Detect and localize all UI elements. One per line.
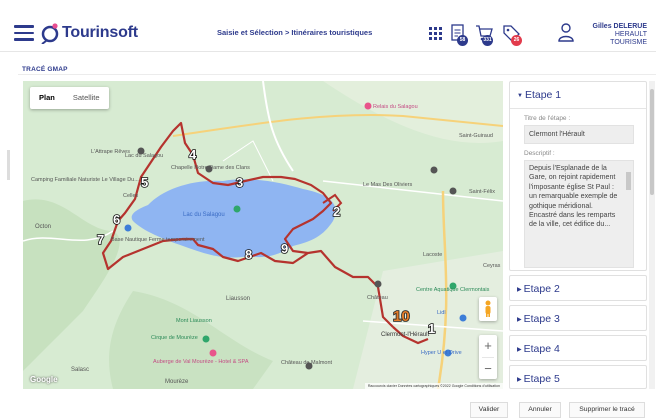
place-label: Château de Malmont — [281, 360, 333, 366]
place-label: Salasc — [71, 367, 89, 373]
step-2-panel[interactable]: ▶ Etape 2 — [509, 275, 647, 301]
cancel-button[interactable]: Annuler — [519, 402, 561, 418]
step-description-textarea[interactable]: Depuis l'Esplanade de la Gare, on rejoin… — [524, 160, 634, 268]
step-2-label: Etape 2 — [523, 283, 560, 295]
place-label: Saint-Guiraud — [459, 133, 493, 139]
place-label: Lac du Salagou — [183, 212, 225, 218]
app-logo-text: Tourinsoft — [62, 24, 138, 41]
caret-right-icon: ▶ — [517, 317, 522, 323]
steps-panel: ▼ Etape 1 Titre de l'étape : Clermont l'H… — [509, 81, 647, 389]
place-label: Lacoste — [423, 252, 442, 258]
step-1-label: Etape 1 — [524, 89, 562, 101]
route-marker-1: 1 — [428, 321, 435, 336]
zoom-in-button[interactable]: + — [479, 335, 497, 357]
place-label: Centre Aquatique Clermontais — [416, 287, 490, 293]
place-label: Lidl — [437, 310, 446, 316]
route-marker-9: 9 — [281, 241, 288, 256]
place-label: Celles — [123, 193, 139, 199]
user-name: Gilles DELERUE — [592, 23, 647, 30]
place-label: Camping Familiale Naturiste Le Village D… — [31, 177, 139, 183]
zoom-out-button[interactable]: − — [479, 358, 497, 380]
place-label: Château — [367, 295, 388, 301]
steps-scrollbar[interactable] — [649, 81, 655, 389]
place-label: Base Nautique Ferme temporairement — [111, 237, 205, 243]
route-marker-8: 8 — [245, 247, 252, 262]
place-label: Mourèze — [165, 379, 189, 385]
step-3-panel[interactable]: ▶ Etape 3 — [509, 305, 647, 331]
user-icon[interactable] — [557, 22, 575, 42]
route-marker-3: 3 — [236, 175, 243, 190]
place-label: Clermont-l'Hérault — [381, 332, 429, 338]
route-marker-6: 6 — [113, 212, 120, 227]
step-divider — [510, 108, 646, 109]
route-marker-5: 5 — [141, 175, 148, 190]
place-label: Relais du Salagou — [373, 104, 418, 110]
step-description-label: Descriptif : — [524, 150, 555, 157]
map[interactable]: Relais du Salagou Saint-Guiraud L'Attrap… — [23, 81, 503, 389]
user-org: HERAULT TOURISME — [610, 31, 647, 46]
tag-badge: 26 — [511, 35, 522, 46]
step-title-input[interactable]: Clermont l'Hérault — [524, 125, 634, 144]
document-badge: 58 — [457, 35, 468, 46]
map-canvas: Relais du Salagou Saint-Guiraud L'Attrap… — [23, 81, 503, 389]
step-description-text: Depuis l'Esplanade de la Gare, on rejoin… — [529, 164, 618, 229]
logo-icon — [41, 23, 59, 44]
step-title-label: Titre de l'étape : — [524, 115, 571, 122]
route-marker-2: 2 — [333, 204, 340, 219]
step-5-label: Etape 5 — [523, 373, 560, 385]
breadcrumb[interactable]: Saisie et Sélection > Itinéraires touris… — [217, 28, 372, 37]
caret-right-icon: ▶ — [517, 377, 522, 383]
place-label: Hyper U et Drive — [421, 350, 462, 356]
textarea-scrollbar[interactable] — [626, 164, 631, 260]
step-5-panel[interactable]: ▶ Etape 5 — [509, 365, 647, 389]
route-marker-7: 7 — [97, 232, 104, 247]
street-view-pegman[interactable] — [479, 297, 497, 321]
place-label: Lac du Salagou — [125, 153, 163, 159]
place-label: Octon — [35, 224, 51, 230]
sidebar-handle[interactable] — [7, 150, 10, 180]
place-label: Chapelle Notre Dame des Clans — [171, 165, 250, 171]
step-1-body: Titre de l'étape : Clermont l'Hérault De… — [510, 115, 646, 268]
section-title: TRACÉ GMAP — [22, 66, 68, 73]
place-label: Mont Liausson — [176, 318, 212, 324]
pegman-icon — [485, 300, 491, 317]
place-label: Auberge de Val Mourèze - Hotel & SPA — [153, 359, 249, 365]
caret-right-icon: ▶ — [517, 287, 522, 293]
top-bar: Tourinsoft Saisie et Sélection > Itinéra… — [0, 0, 656, 52]
step-1-panel: ▼ Etape 1 Titre de l'étape : Clermont l'H… — [509, 81, 647, 271]
step-4-panel[interactable]: ▶ Etape 4 — [509, 335, 647, 361]
step-4-label: Etape 4 — [523, 343, 560, 355]
cart-badge: 331 — [482, 35, 493, 46]
route-marker-4: 4 — [189, 147, 197, 162]
place-label: Le Mas Des Oliviers — [363, 182, 412, 188]
place-label: Liausson — [226, 296, 250, 302]
map-type-plan[interactable]: Plan — [30, 87, 64, 109]
apps-grid-icon[interactable] — [424, 22, 446, 44]
menu-icon[interactable] — [14, 25, 34, 41]
caret-right-icon: ▶ — [517, 347, 522, 353]
google-logo: Google — [30, 375, 58, 384]
validate-button[interactable]: Valider — [470, 402, 508, 418]
caret-down-icon: ▼ — [517, 93, 523, 99]
user-info[interactable]: Gilles DELERUE HERAULT TOURISME — [577, 23, 647, 47]
place-label: Ceyras — [483, 263, 501, 269]
map-type-satellite[interactable]: Satellite — [64, 87, 109, 109]
step-3-label: Etape 3 — [523, 313, 560, 325]
map-attribution[interactable]: Raccourcis clavier Données cartographiqu… — [364, 383, 503, 389]
place-label: Cirque de Mourèze — [151, 335, 198, 341]
zoom-control: + − — [479, 335, 497, 379]
step-1-header[interactable]: ▼ Etape 1 — [510, 82, 646, 108]
route-marker-10: 10 — [393, 308, 410, 325]
delete-trace-button[interactable]: Supprimer le tracé — [569, 402, 645, 418]
map-type-control: Plan Satellite — [30, 87, 109, 109]
place-label: Saint-Félix — [469, 189, 495, 195]
